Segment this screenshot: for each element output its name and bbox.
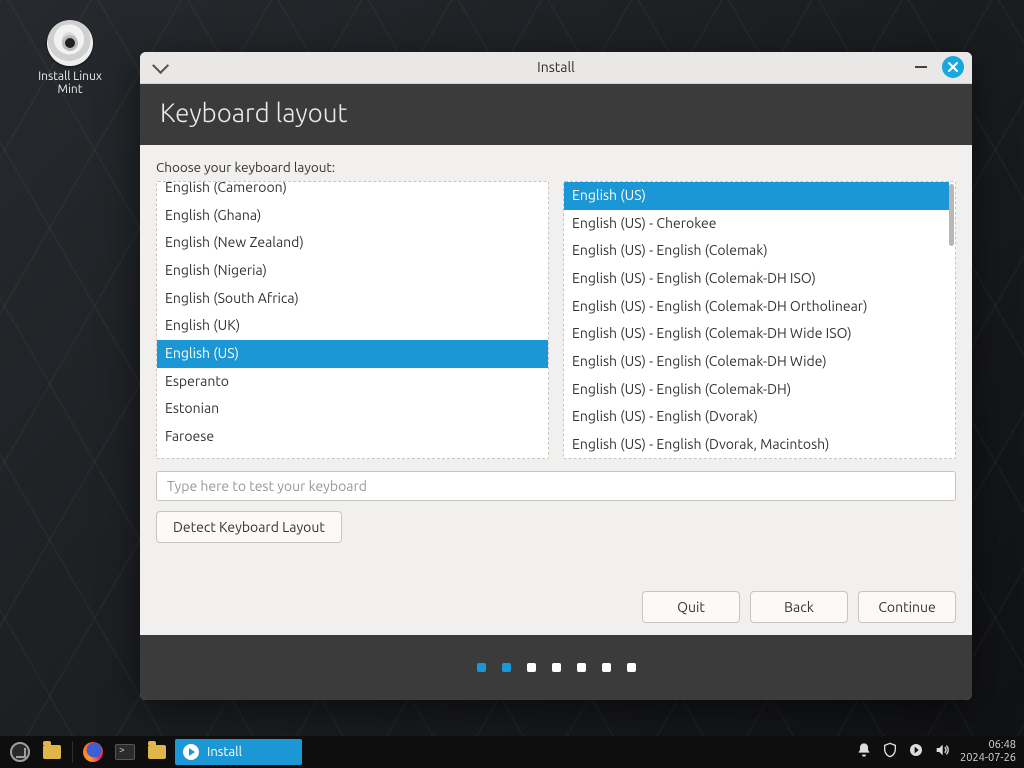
step-dot xyxy=(527,663,536,672)
list-item[interactable]: English (US) xyxy=(564,182,949,210)
list-item[interactable]: English (US) - English (Colemak-DH) xyxy=(564,376,949,404)
scrollbar-thumb[interactable] xyxy=(949,184,954,246)
list-item[interactable]: English (UK) xyxy=(157,312,548,340)
menu-button[interactable] xyxy=(6,739,34,765)
list-item[interactable]: English (US) - English (Dvorak, Macintos… xyxy=(564,431,949,459)
list-item[interactable]: Esperanto xyxy=(157,368,548,396)
app-running-icon xyxy=(183,744,199,760)
disc-icon xyxy=(47,20,93,66)
titlebar-back-button[interactable] xyxy=(148,53,176,81)
folder-icon xyxy=(43,745,61,759)
firefox-icon xyxy=(83,742,103,762)
taskbar-item-install[interactable]: Install xyxy=(175,739,302,765)
clock-date: 2024-07-26 xyxy=(960,752,1016,765)
desktop-icon-label: Install Linux Mint xyxy=(38,70,102,96)
list-item[interactable]: Faroese xyxy=(157,423,548,451)
nav-buttons: Quit Back Continue xyxy=(156,591,956,623)
continue-button[interactable]: Continue xyxy=(858,591,956,623)
step-dot xyxy=(502,663,511,672)
volume-button[interactable] xyxy=(934,742,950,762)
page-heading: Keyboard layout xyxy=(140,84,972,145)
bell-icon xyxy=(856,742,872,758)
list-item[interactable]: English (US) - English (Colemak-DH Ortho… xyxy=(564,293,949,321)
taskbar[interactable]: Install 06:48 2024-07-26 xyxy=(0,736,1024,768)
list-item[interactable]: English (Ghana) xyxy=(157,202,548,230)
window-minimize-button[interactable] xyxy=(908,54,934,80)
tray-shield-button[interactable] xyxy=(882,742,898,762)
list-item[interactable]: English (US) xyxy=(157,340,548,368)
list-item[interactable]: Filipino xyxy=(157,451,548,459)
list-item[interactable]: English (US) - English (Colemak-DH Wide … xyxy=(564,320,949,348)
desktop-icon-install-linux-mint[interactable]: Install Linux Mint xyxy=(30,20,110,96)
installer-window: Install Keyboard layout Choose your keyb… xyxy=(140,52,972,700)
list-item[interactable]: English (US) - Cherokee xyxy=(564,210,949,238)
terminal-icon xyxy=(115,744,135,760)
back-button[interactable]: Back xyxy=(750,591,848,623)
system-tray: 06:48 2024-07-26 xyxy=(856,739,1018,764)
notifications-button[interactable] xyxy=(856,742,872,762)
list-item[interactable]: English (New Zealand) xyxy=(157,229,548,257)
clock[interactable]: 06:48 2024-07-26 xyxy=(960,739,1018,764)
chevron-down-icon xyxy=(152,58,169,75)
volume-icon xyxy=(934,742,950,758)
taskbar-item-label: Install xyxy=(207,745,242,759)
minimize-icon xyxy=(915,66,927,68)
terminal-button[interactable] xyxy=(111,739,139,765)
prompt-label: Choose your keyboard layout: xyxy=(156,159,956,175)
list-item[interactable]: English (Nigeria) xyxy=(157,257,548,285)
step-dot xyxy=(577,663,586,672)
file-manager-button[interactable] xyxy=(143,739,171,765)
detect-keyboard-layout-button[interactable]: Detect Keyboard Layout xyxy=(156,511,342,543)
folder-icon xyxy=(148,745,166,759)
close-icon xyxy=(947,61,959,73)
layout-language-list[interactable]: English (Cameroon)English (Ghana)English… xyxy=(156,181,549,459)
layout-variant-list[interactable]: English (US)English (US) - CherokeeEngli… xyxy=(563,181,956,459)
step-dot xyxy=(552,663,561,672)
variant-scrollbar[interactable] xyxy=(949,182,955,458)
list-item[interactable]: Estonian xyxy=(157,395,548,423)
quit-button[interactable]: Quit xyxy=(642,591,740,623)
list-item[interactable]: English (US) - English (Colemak-DH ISO) xyxy=(564,265,949,293)
content-area: Choose your keyboard layout: English (Ca… xyxy=(140,145,972,635)
window-title: Install xyxy=(140,59,972,75)
list-item[interactable]: English (US) - English (Colemak-DH Wide) xyxy=(564,348,949,376)
firefox-button[interactable] xyxy=(79,739,107,765)
clock-time: 06:48 xyxy=(960,739,1016,752)
test-keyboard-input[interactable] xyxy=(156,471,956,501)
power-icon xyxy=(908,742,924,758)
list-item[interactable]: English (Cameroon) xyxy=(157,181,548,202)
list-item[interactable]: English (US) - English (Colemak) xyxy=(564,237,949,265)
list-item[interactable]: English (South Africa) xyxy=(157,285,548,313)
window-close-button[interactable] xyxy=(942,56,964,78)
titlebar[interactable]: Install xyxy=(140,52,972,84)
taskbar-divider xyxy=(72,741,73,763)
mint-logo-icon xyxy=(10,742,30,762)
list-item[interactable]: English (US) - English (Dvorak) xyxy=(564,403,949,431)
step-dot xyxy=(627,663,636,672)
step-dot xyxy=(477,663,486,672)
progress-steps xyxy=(140,635,972,700)
shield-icon xyxy=(882,742,898,758)
step-dot xyxy=(602,663,611,672)
power-button[interactable] xyxy=(908,742,924,762)
files-button[interactable] xyxy=(38,739,66,765)
